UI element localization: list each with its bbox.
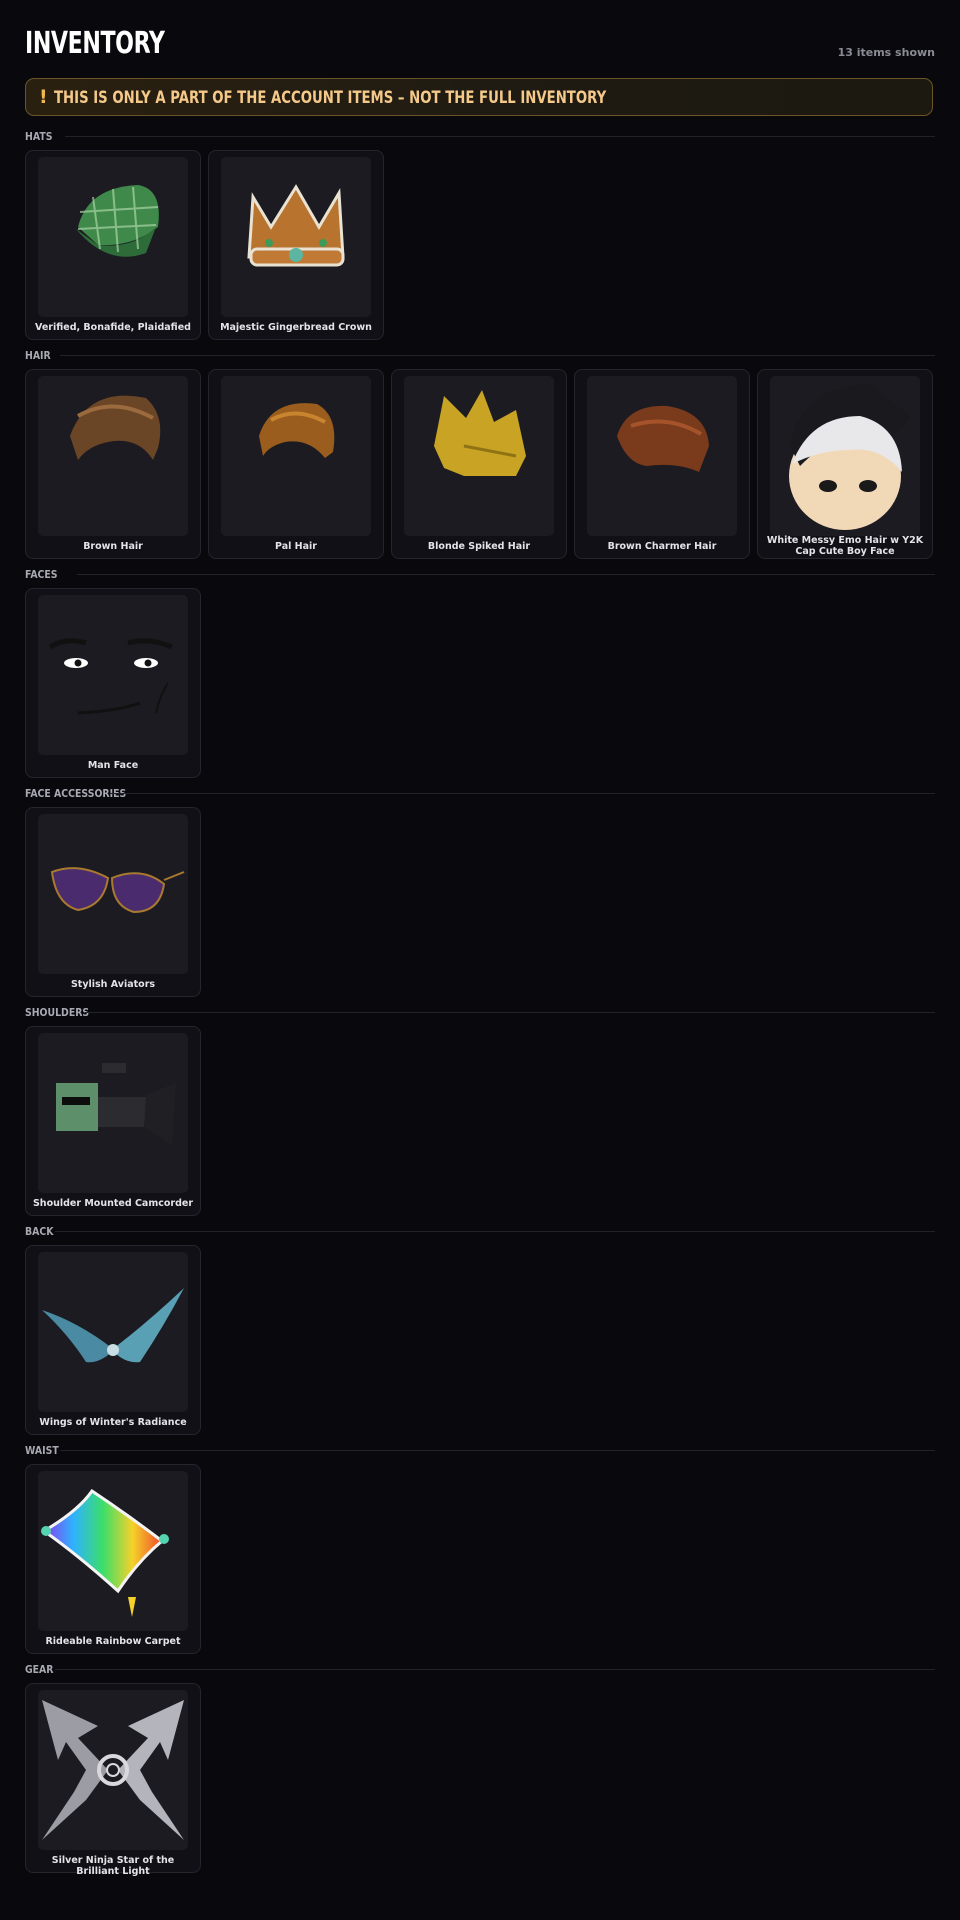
item-card[interactable]: Brown Hair: [25, 369, 201, 559]
section-label: HATS: [25, 130, 53, 143]
page-title: INVENTORY: [25, 26, 165, 61]
section-hair: HAIR: [25, 349, 935, 363]
item-card[interactable]: Wings of Winter's Radiance: [25, 1245, 201, 1435]
brown-charmer-hair-icon: [587, 376, 737, 536]
item-card[interactable]: White Messy Emo Hair w Y2K Cap Cute Boy …: [757, 369, 933, 559]
item-card[interactable]: Brown Charmer Hair: [574, 369, 750, 559]
item-name: Brown Hair: [83, 541, 143, 552]
section-divider: [60, 1450, 935, 1451]
section-gear: GEAR: [25, 1663, 935, 1677]
item-name: Brown Charmer Hair: [607, 541, 717, 552]
brown-hair-icon: [38, 376, 188, 536]
camcorder-icon: [38, 1033, 188, 1193]
item-card[interactable]: Stylish Aviators: [25, 807, 201, 997]
header: INVENTORY 13 items shown: [25, 0, 935, 80]
item-card[interactable]: Blonde Spiked Hair: [391, 369, 567, 559]
item-card[interactable]: Silver Ninja Star of the Brilliant Light: [25, 1683, 201, 1877]
section-divider: [77, 574, 935, 575]
crown-icon: [221, 157, 371, 317]
section-divider: [60, 355, 935, 356]
item-name: Majestic Gingerbread Crown: [220, 322, 372, 333]
section-label: GEAR: [25, 1663, 54, 1676]
section-label: FACES: [25, 568, 58, 581]
item-name: Silver Ninja Star of the Brilliant Light: [51, 1855, 175, 1877]
section-divider: [85, 1012, 935, 1013]
item-name: Man Face: [87, 760, 139, 771]
section-label: WAIST: [25, 1444, 59, 1457]
section-shoulders: SHOULDERS: [25, 1006, 935, 1020]
section-label: SHOULDERS: [25, 1006, 90, 1019]
item-name: Wings of Winter's Radiance: [39, 1417, 187, 1428]
item-name: White Messy Emo Hair w Y2K Cap Cute Boy …: [766, 535, 924, 557]
warning-banner: ! THIS IS ONLY A PART OF THE ACCOUNT ITE…: [25, 78, 933, 116]
section-label: BACK: [25, 1225, 54, 1238]
section-label: HAIR: [25, 349, 51, 362]
section-waist: WAIST: [25, 1444, 935, 1458]
section-hats: HATS: [25, 130, 935, 144]
section-divider: [65, 136, 935, 137]
pal-hair-icon: [221, 376, 371, 536]
blonde-spiked-hair-icon: [404, 376, 554, 536]
section-divider: [55, 1669, 935, 1670]
section-faces: FACES: [25, 568, 935, 582]
item-name: Pal Hair: [275, 541, 317, 552]
item-name: Rideable Rainbow Carpet: [45, 1636, 181, 1647]
item-card[interactable]: Pal Hair: [208, 369, 384, 559]
item-name: Shoulder Mounted Camcorder: [32, 1198, 194, 1209]
item-card[interactable]: Rideable Rainbow Carpet: [25, 1464, 201, 1654]
emo-hair-cap-icon: [770, 376, 920, 536]
section-face-accessories: FACE ACCESSORIES: [25, 787, 935, 801]
ninja-star-icon: [38, 1690, 188, 1850]
aviators-icon: [38, 814, 188, 974]
inventory-page: INVENTORY 13 items shown ! THIS IS ONLY …: [25, 0, 935, 1877]
man-face-icon: [38, 595, 188, 755]
item-card[interactable]: Verified, Bonafide, Plaidafied: [25, 150, 201, 340]
item-name: Blonde Spiked Hair: [427, 541, 531, 552]
item-card[interactable]: Shoulder Mounted Camcorder: [25, 1026, 201, 1216]
items-count: 13 items shown: [837, 46, 935, 59]
section-divider: [55, 1231, 935, 1232]
item-name: Verified, Bonafide, Plaidafied: [35, 322, 191, 333]
warning-icon: !: [39, 86, 48, 108]
section-back: BACK: [25, 1225, 935, 1239]
plaid-cap-icon: [38, 157, 188, 317]
warning-text: THIS IS ONLY A PART OF THE ACCOUNT ITEMS…: [54, 88, 607, 108]
rainbow-carpet-icon: [38, 1471, 188, 1631]
item-card[interactable]: Man Face: [25, 588, 201, 778]
item-card[interactable]: Majestic Gingerbread Crown: [208, 150, 384, 340]
item-name: Stylish Aviators: [70, 979, 156, 990]
section-divider: [110, 793, 935, 794]
wings-icon: [38, 1252, 188, 1412]
